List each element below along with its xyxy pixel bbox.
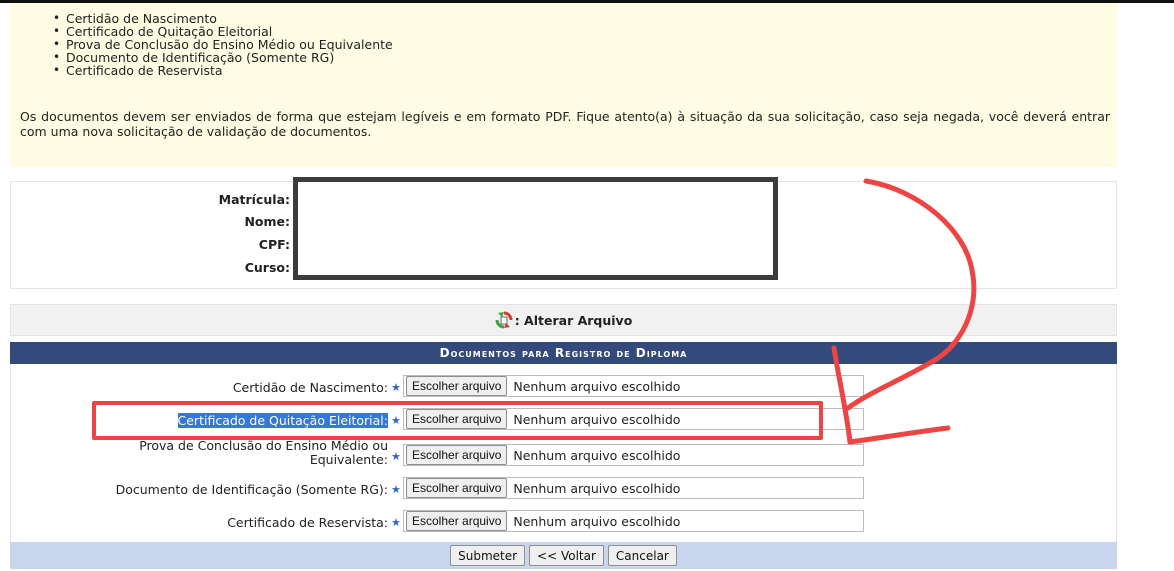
reservista-label: Certificado de Reservista: [227, 515, 388, 530]
documents-form: Certidão de Nascimento: ★ Escolher arqui… [10, 364, 1117, 542]
choose-file-button[interactable]: Escolher arquivo [406, 478, 508, 498]
back-button[interactable]: << Voltar [529, 545, 604, 566]
form-actions: Submeter << Voltar Cancelar [10, 542, 1117, 569]
required-star-icon: ★ [391, 483, 401, 496]
certidao-label: Certidão de Nascimento: [232, 380, 388, 395]
choose-file-button[interactable]: Escolher arquivo [406, 409, 508, 429]
document-row-ensino-medio: Prova de Conclusão do Ensino Médio ou Eq… [11, 439, 1118, 470]
file-status: Nenhum arquivo escolhido [513, 447, 681, 463]
file-status: Nenhum arquivo escolhido [513, 513, 681, 529]
quitacao-label: Certificado de Quitação Eleitorial: [48, 413, 388, 428]
required-documents-list: Certidão de Nascimento Certificado de Qu… [53, 12, 393, 77]
ensino-medio-file-input[interactable]: Escolher arquivo Nenhum arquivo escolhid… [403, 444, 864, 466]
ensino-medio-label-line2: Equivalente: [309, 452, 388, 467]
instructions-paragraph: Os documentos devem ser enviados de form… [20, 109, 1110, 139]
refresh-file-icon [495, 311, 513, 329]
selected-text: Certificado de Quitação Eleitorial: [177, 413, 388, 428]
legend-label: : Alterar Arquivo [514, 312, 633, 328]
documents-header: Documentos para Registro de Diploma [10, 342, 1117, 364]
redaction-box [293, 177, 778, 280]
file-status: Nenhum arquivo escolhido [513, 378, 681, 394]
legend-bar: : Alterar Arquivo [10, 304, 1117, 336]
document-row-quitacao: Certificado de Quitação Eleitorial: ★ Es… [11, 408, 1118, 434]
choose-file-button[interactable]: Escolher arquivo [406, 376, 508, 396]
matricula-label: Matrícula: [218, 192, 290, 207]
required-star-icon: ★ [391, 450, 401, 463]
required-star-icon: ★ [391, 414, 401, 427]
document-row-identificacao: Documento de Identificação (Somente RG):… [11, 477, 1118, 503]
curso-label: Curso: [244, 260, 290, 275]
certidao-file-input[interactable]: Escolher arquivo Nenhum arquivo escolhid… [403, 375, 864, 397]
choose-file-button[interactable]: Escolher arquivo [406, 511, 508, 531]
document-row-certidao: Certidão de Nascimento: ★ Escolher arqui… [11, 375, 1118, 401]
identificacao-label: Documento de Identificação (Somente RG): [115, 482, 388, 497]
cpf-label: CPF: [258, 237, 290, 252]
document-row-reservista: Certificado de Reservista: ★ Escolher ar… [11, 510, 1118, 536]
cancel-button[interactable]: Cancelar [607, 545, 677, 566]
submit-button[interactable]: Submeter [450, 545, 526, 566]
required-star-icon: ★ [391, 381, 401, 394]
quitacao-file-input[interactable]: Escolher arquivo Nenhum arquivo escolhid… [403, 408, 864, 430]
required-star-icon: ★ [391, 516, 401, 529]
nome-label: Nome: [244, 214, 290, 229]
instructions-notice: Certidão de Nascimento Certificado de Qu… [10, 3, 1117, 167]
file-status: Nenhum arquivo escolhido [513, 480, 681, 496]
identificacao-file-input[interactable]: Escolher arquivo Nenhum arquivo escolhid… [403, 477, 864, 499]
list-item: Certificado de Reservista [53, 64, 393, 77]
ensino-medio-label-line1: Prova de Conclusão do Ensino Médio ou [139, 438, 388, 453]
choose-file-button[interactable]: Escolher arquivo [406, 445, 508, 465]
reservista-file-input[interactable]: Escolher arquivo Nenhum arquivo escolhid… [403, 510, 864, 532]
ensino-medio-label: Prova de Conclusão do Ensino Médio ou Eq… [48, 439, 388, 467]
file-status: Nenhum arquivo escolhido [513, 411, 681, 427]
